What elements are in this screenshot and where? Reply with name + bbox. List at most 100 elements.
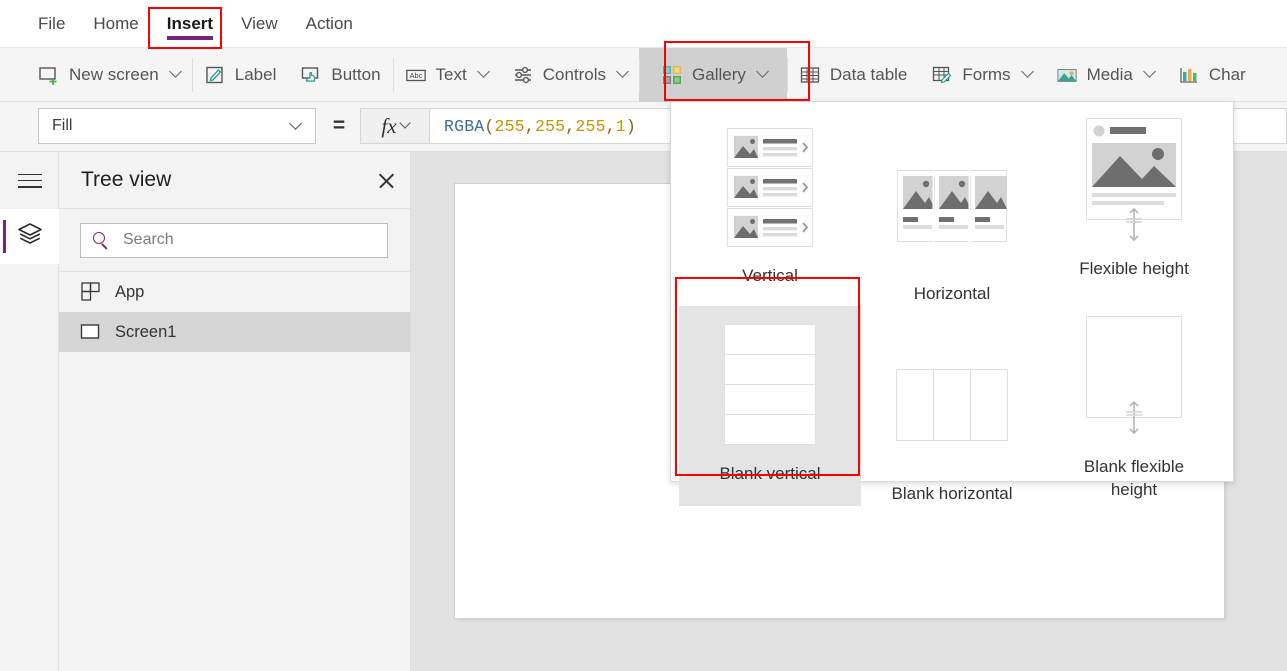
tree-view-layers-icon — [17, 222, 43, 251]
svg-text:Abc: Abc — [409, 71, 422, 80]
button-icon — [300, 64, 322, 86]
media-icon — [1056, 64, 1078, 86]
gallery-option-horizontal[interactable]: Horizontal — [861, 108, 1043, 306]
page-title: Tree view — [81, 168, 172, 191]
label-icon — [204, 64, 226, 86]
ribbon-item-label: Data table — [829, 64, 908, 84]
gallery-option-label: Vertical — [742, 266, 798, 285]
charts-icon — [1178, 64, 1200, 86]
gallery-option-label: Blank horizontal — [891, 483, 1013, 503]
formula-token: 255 — [534, 116, 566, 136]
ribbon-item-label: Forms — [962, 64, 1011, 84]
vertical-gallery-thumb — [727, 120, 813, 255]
property-select-value: Fill — [52, 117, 73, 134]
gallery-option-label: Horizontal — [913, 284, 991, 303]
gallery-option-label: Blank flexible height — [1083, 456, 1185, 499]
ribbon-item-label: Controls — [542, 64, 607, 84]
ribbon-label-button[interactable]: Label — [191, 48, 289, 102]
controls-icon — [512, 64, 534, 86]
forms-icon — [931, 64, 953, 86]
menu-item-label: Insert — [166, 13, 214, 33]
menu-icon — [17, 173, 42, 188]
chevron-down-icon — [1020, 65, 1034, 78]
formula-token: RGBA — [444, 116, 485, 136]
menu-item-file[interactable]: File — [24, 0, 79, 48]
menu-toggle-button[interactable] — [0, 152, 59, 209]
formula-token: ) — [625, 116, 637, 136]
menu-item-label: File — [38, 13, 66, 33]
horizontal-gallery-thumb — [897, 138, 1007, 273]
blank-flexible-height-gallery-thumb — [1086, 311, 1182, 446]
screen-icon — [80, 322, 102, 342]
ribbon-item-label: Text — [435, 64, 467, 84]
ribbon-data-table-button[interactable]: Data table — [786, 48, 920, 102]
tree-row-screen1[interactable]: Screen1 — [59, 312, 410, 352]
chevron-down-icon — [616, 65, 629, 78]
menu-item-home[interactable]: Home — [79, 0, 152, 48]
search-box[interactable] — [80, 222, 388, 258]
data-table-icon — [799, 64, 821, 86]
main-menu-bar: File Home Insert View Action — [0, 0, 1287, 48]
ribbon-media-button[interactable]: Media — [1044, 48, 1166, 102]
formula-token: 255 — [575, 116, 606, 136]
tree-row-app[interactable]: App — [59, 272, 410, 312]
text-icon: Abc — [405, 64, 427, 86]
close-icon — [378, 172, 395, 189]
close-panel-button[interactable] — [362, 152, 410, 208]
chevron-down-icon — [1143, 65, 1156, 78]
gallery-icon — [661, 64, 683, 86]
ribbon-item-label: Char — [1208, 64, 1246, 84]
chevron-down-icon — [476, 65, 490, 78]
gallery-option-flexible-height[interactable]: Flexible height — [1043, 108, 1225, 306]
fx-button[interactable]: fx — [360, 108, 430, 144]
tree-view-header: Tree view — [59, 152, 410, 209]
gallery-option-blank-flexible-height[interactable]: Blank flexible height — [1043, 306, 1225, 506]
gallery-option-vertical[interactable]: Vertical — [679, 108, 861, 306]
app-icon — [80, 282, 102, 302]
ribbon-separator — [191, 57, 193, 92]
formula-token: , — [524, 116, 535, 136]
formula-token: , — [605, 116, 616, 136]
ribbon-item-label: New screen — [69, 64, 159, 84]
ribbon-gallery-button[interactable]: Gallery — [639, 47, 787, 102]
rail-item-tree-view[interactable] — [0, 209, 59, 264]
menu-item-action[interactable]: Action — [292, 0, 367, 48]
tree-search-area — [59, 209, 410, 272]
menu-item-label: Home — [93, 13, 139, 33]
tree-row-label: Screen1 — [115, 322, 177, 341]
property-select[interactable]: Fill — [38, 108, 316, 144]
ribbon-button-button[interactable]: Button — [288, 48, 392, 102]
gallery-option-label: Blank vertical — [719, 463, 821, 483]
ribbon-separator — [786, 57, 788, 92]
fx-icon: fx — [381, 113, 397, 138]
ribbon-item-label: Label — [234, 64, 277, 84]
tree-row-label: App — [115, 282, 145, 301]
formula-token: 255 — [494, 116, 525, 136]
ribbon-controls-button[interactable]: Controls — [500, 48, 639, 102]
gallery-option-blank-vertical[interactable]: Blank vertical — [679, 305, 861, 506]
search-input[interactable] — [121, 230, 387, 250]
ribbon-text-button[interactable]: Abc Text — [392, 48, 500, 102]
gallery-flyout-menu: Vertical Horizontal Flexible height Blan… — [670, 101, 1234, 506]
ribbon-item-label: Gallery — [692, 64, 746, 84]
menu-item-insert[interactable]: Insert — [153, 0, 227, 48]
formula-token: ( — [484, 116, 495, 136]
ribbon-new-screen-button[interactable]: New screen — [26, 48, 192, 102]
chevron-down-icon — [168, 65, 182, 78]
flexible-height-gallery-thumb — [1086, 113, 1182, 248]
left-icon-rail — [0, 152, 59, 671]
gallery-option-label: Flexible height — [1079, 259, 1189, 278]
active-tab-indicator — [166, 35, 213, 40]
tree-view-panel: Tree view App — [59, 152, 411, 671]
active-rail-indicator — [3, 220, 6, 253]
gallery-option-blank-horizontal[interactable]: Blank horizontal — [861, 306, 1043, 506]
ribbon-charts-button[interactable]: Char — [1166, 48, 1258, 102]
search-icon — [93, 231, 110, 249]
equals-sign: = — [332, 114, 346, 137]
ribbon-forms-button[interactable]: Forms — [919, 48, 1043, 102]
menu-item-view[interactable]: View — [227, 0, 292, 48]
chevron-down-icon — [756, 65, 769, 78]
chevron-down-icon — [398, 117, 411, 129]
chevron-down-icon — [289, 116, 302, 130]
insert-ribbon: New screen Label Button Abc Text Control… — [0, 47, 1287, 102]
